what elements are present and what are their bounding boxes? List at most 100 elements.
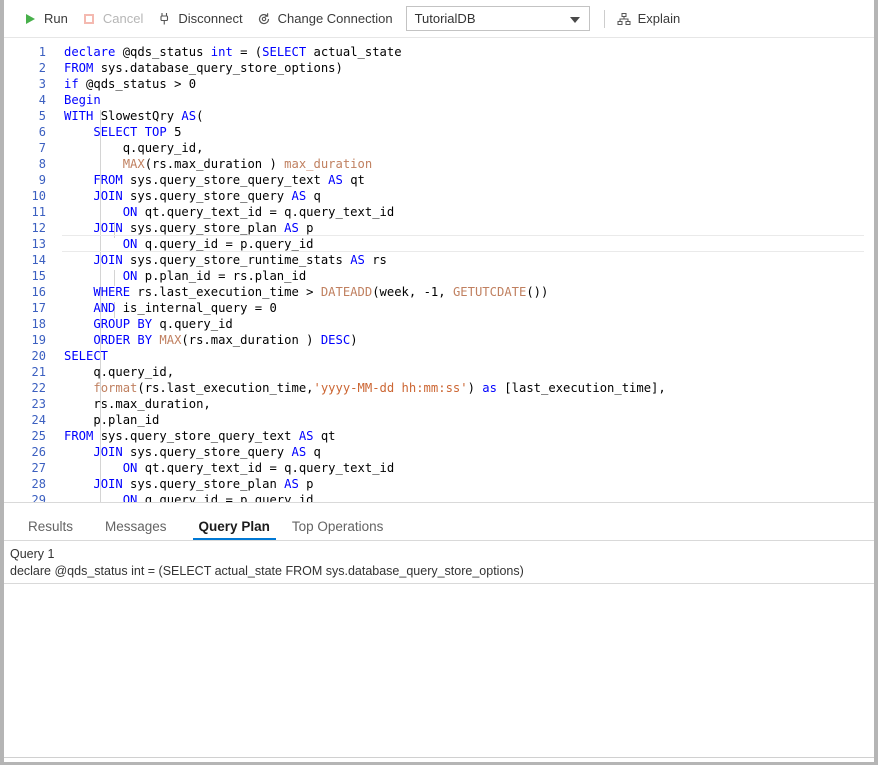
code-token: @qds_status	[123, 45, 211, 59]
run-button[interactable]: Run	[16, 7, 75, 31]
code-line: 17 AND is_internal_query = 0	[4, 300, 874, 316]
code-line: 18 GROUP BY q.query_id	[4, 316, 874, 332]
code-token	[64, 285, 93, 299]
tab-top-operations[interactable]: Top Operations	[284, 519, 392, 540]
code-token: AS	[350, 253, 365, 267]
line-number: 17	[4, 300, 46, 316]
database-select[interactable]: TutorialDB	[406, 6, 590, 31]
code-token	[64, 125, 93, 139]
code-token	[64, 173, 93, 187]
code-token: -1	[424, 285, 439, 299]
line-number: 4	[4, 92, 46, 108]
code-token: WITH	[64, 109, 93, 123]
canvas-bottom-divider	[4, 757, 874, 758]
code-token: JOIN	[93, 477, 122, 491]
tab-top-operations-label: Top Operations	[292, 519, 384, 534]
tab-results[interactable]: Results	[20, 519, 81, 540]
line-number: 6	[4, 124, 46, 140]
line-number: 16	[4, 284, 46, 300]
code-line: 25FROM sys.query_store_query_text AS qt	[4, 428, 874, 444]
code-token: if	[64, 77, 79, 91]
code-token	[167, 125, 174, 139]
line-number: 5	[4, 108, 46, 124]
code-token: FROM	[64, 61, 93, 75]
code-line: 10 JOIN sys.query_store_query AS q	[4, 188, 874, 204]
code-token: q.query_id = p.query_id	[137, 493, 313, 502]
code-token: ORDER BY	[93, 333, 152, 347]
results-tabstrip: Results Messages Query Plan Top Operatio…	[4, 503, 874, 541]
query-editor-window: Run Cancel Disconnect	[0, 0, 878, 765]
line-number: 19	[4, 332, 46, 348]
disconnect-button[interactable]: Disconnect	[150, 7, 249, 31]
stop-square-icon	[82, 11, 97, 26]
line-number: 8	[4, 156, 46, 172]
code-token: q.query_id,	[64, 141, 203, 155]
change-connection-label: Change Connection	[278, 11, 393, 26]
line-number: 28	[4, 476, 46, 492]
line-number: 26	[4, 444, 46, 460]
play-icon	[23, 11, 38, 26]
code-token: 5	[174, 125, 181, 139]
code-token: int	[211, 45, 233, 59]
code-token: q.query_id	[152, 317, 233, 331]
code-token: WHERE	[93, 285, 130, 299]
code-line: 24 p.plan_id	[4, 412, 874, 428]
line-number: 18	[4, 316, 46, 332]
code-line: 2 FROM sys.database_query_store_options)	[4, 60, 874, 76]
query-plan-canvas[interactable]: SELECT Compute Scalar Cost: 0% Nested Lo…	[4, 584, 874, 762]
code-token: FROM	[64, 429, 93, 443]
code-line: 8 MAX(rs.max_duration ) max_duration	[4, 156, 874, 172]
code-token: (rs.max_duration )	[181, 333, 320, 347]
code-token: p.plan_id = rs.plan_id	[137, 269, 306, 283]
code-token: JOIN	[93, 189, 122, 203]
plan-query-label: Query 1	[10, 546, 874, 563]
code-token: ON	[123, 493, 138, 502]
code-token	[64, 445, 93, 459]
line-number: 24	[4, 412, 46, 428]
code-token	[64, 269, 123, 283]
code-token	[64, 317, 93, 331]
code-token	[64, 333, 93, 347]
line-number: 2	[4, 60, 46, 76]
change-connection-button[interactable]: Change Connection	[250, 7, 400, 31]
code-token: ())	[526, 285, 548, 299]
cancel-button[interactable]: Cancel	[75, 7, 150, 31]
plan-query-text: declare @qds_status int = (SELECT actual…	[10, 563, 874, 580]
chevron-down-icon	[570, 17, 580, 23]
code-token: qt.query_text_id = q.query_text_id	[137, 461, 394, 475]
line-number: 7	[4, 140, 46, 156]
code-token: DESC	[321, 333, 350, 347]
line-number: 14	[4, 252, 46, 268]
code-token: Begin	[64, 93, 101, 107]
code-token	[64, 189, 93, 203]
code-scroll-area[interactable]: 1declare @qds_status int = (SELECT actua…	[4, 38, 874, 502]
code-token: p	[299, 477, 314, 491]
tab-query-plan[interactable]: Query Plan	[191, 519, 278, 540]
code-token: max_duration	[284, 157, 372, 171]
code-token: ,	[438, 285, 453, 299]
code-token: qt	[314, 429, 336, 443]
line-number: 21	[4, 364, 46, 380]
code-token: GETUTCDATE	[453, 285, 526, 299]
code-line: 29 ON q.query_id = p.query_id	[4, 492, 874, 502]
code-line: 12 JOIN sys.query_store_plan AS p	[4, 220, 874, 236]
run-label: Run	[44, 11, 68, 26]
hierarchy-icon	[617, 11, 632, 26]
code-line: 11 ON qt.query_text_id = q.query_text_id	[4, 204, 874, 220]
sql-code-editor[interactable]: 1declare @qds_status int = (SELECT actua…	[4, 38, 874, 503]
code-token	[64, 493, 123, 502]
code-token	[64, 237, 123, 251]
code-token: sys.query_store_query_text	[93, 429, 298, 443]
code-token: sys.database_query_store_options)	[93, 61, 342, 75]
code-line: 23 rs.max_duration,	[4, 396, 874, 412]
code-token: AS	[181, 109, 196, 123]
explain-button[interactable]: Explain	[617, 7, 688, 31]
code-token: sys.query_store_plan	[123, 221, 284, 235]
plan-query-header: Query 1 declare @qds_status int = (SELEC…	[4, 541, 874, 584]
line-number: 3	[4, 76, 46, 92]
tab-messages[interactable]: Messages	[97, 519, 175, 540]
code-token: MAX	[159, 333, 181, 347]
code-line: 21 q.query_id,	[4, 364, 874, 380]
code-token: q.query_id = p.query_id	[137, 237, 313, 251]
code-line-list: 1declare @qds_status int = (SELECT actua…	[4, 38, 874, 502]
